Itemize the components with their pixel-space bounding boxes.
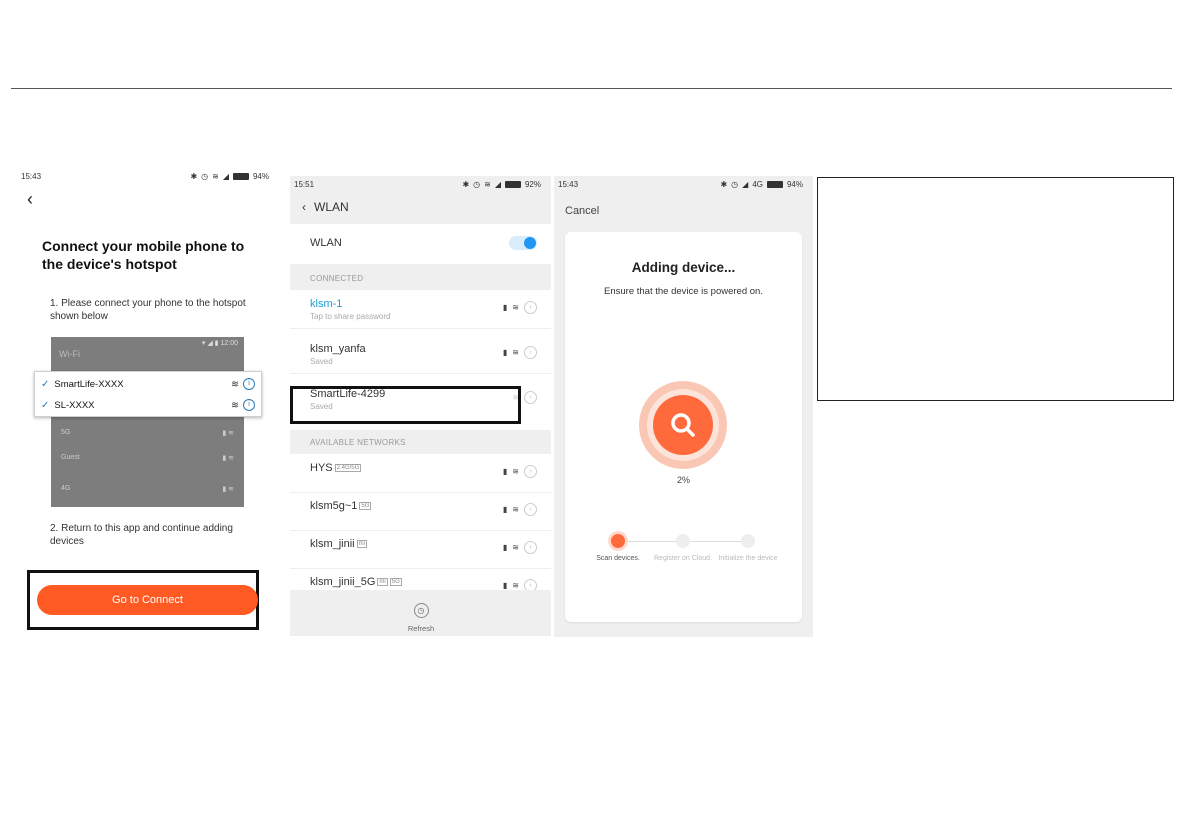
status-time: 15:43 bbox=[21, 172, 42, 181]
lock-icon: ▮ bbox=[502, 303, 508, 312]
screenshot-time: 12:00 bbox=[220, 340, 238, 347]
status-bar: 15:51 ✱ ◷ ≋ ◢ 92% bbox=[294, 180, 549, 189]
scan-icon bbox=[611, 534, 625, 548]
screenshot-network-row: Guest ▮ ≋ bbox=[61, 454, 234, 462]
wifi-icon: ≋ bbox=[512, 543, 519, 552]
alarm-icon: ◷ bbox=[473, 180, 481, 189]
lock-icon: ▮ bbox=[502, 581, 508, 590]
step-scan: Scan devices. bbox=[588, 534, 648, 563]
step-initialize: Initialize the device bbox=[718, 534, 778, 563]
go-to-connect-button[interactable]: Go to Connect bbox=[37, 585, 258, 615]
network-row[interactable]: HYS 2.4G/5G ▮ ≋ › bbox=[290, 454, 551, 493]
refresh-icon: ◷ bbox=[413, 603, 429, 618]
cancel-button[interactable]: Cancel bbox=[565, 205, 599, 217]
bluetooth-icon: ✱ bbox=[190, 172, 198, 181]
signal-icon: ◢ bbox=[494, 180, 501, 189]
status-time: 15:43 bbox=[558, 180, 579, 189]
wlan-toggle-switch[interactable] bbox=[509, 236, 537, 250]
alarm-icon: ◷ bbox=[731, 180, 739, 189]
status-bar: 15:43 ✱ ◷ ◢ 4G 94% bbox=[558, 180, 811, 189]
alarm-icon: ◷ bbox=[201, 172, 209, 181]
wlan-settings-screen: 15:51 ✱ ◷ ≋ ◢ 92% ‹ WLAN WLAN CONNECTED … bbox=[290, 176, 551, 636]
status-bar: 15:43 ✱ ◷ ≋ ◢ 94% bbox=[21, 172, 277, 181]
signal-icon: ◢ bbox=[742, 180, 749, 189]
status-time: 15:51 bbox=[294, 180, 315, 189]
check-icon: ✓ bbox=[41, 399, 50, 411]
info-icon[interactable]: i bbox=[243, 399, 255, 411]
wifi-icon: ≋ bbox=[212, 172, 219, 181]
wifi-icon: ≋ bbox=[512, 348, 519, 357]
network-row[interactable]: klsm_jinii_5G mi 5G ▮ ≋ › bbox=[290, 568, 551, 590]
network-type: 4G bbox=[752, 180, 763, 189]
back-arrow-icon[interactable]: ‹ bbox=[27, 189, 33, 210]
lock-icon: ▮ bbox=[502, 505, 508, 514]
bluetooth-icon: ✱ bbox=[462, 180, 470, 189]
screenshot-wifi-header: Wi-Fi bbox=[59, 349, 80, 359]
page-title: WLAN bbox=[314, 200, 349, 214]
chevron-right-icon[interactable]: › bbox=[524, 391, 537, 404]
adding-device-screen: 15:43 ✱ ◷ ◢ 4G 94% Cancel Adding device.… bbox=[554, 176, 813, 637]
battery-icon bbox=[766, 181, 783, 188]
header-bar: ‹ WLAN bbox=[302, 200, 349, 214]
refresh-icon bbox=[741, 534, 755, 548]
refresh-label: Refresh bbox=[407, 624, 435, 633]
card-subtitle: Ensure that the device is powered on. bbox=[604, 286, 763, 297]
wifi-icon: ≋ bbox=[512, 581, 519, 590]
wlan-toggle-label: WLAN bbox=[310, 237, 342, 249]
battery-icon bbox=[504, 181, 521, 188]
hotspot-item[interactable]: ✓ SL-XXXX ≋ i bbox=[41, 395, 255, 415]
network-row[interactable]: klsm-1 Tap to share password ▮ ≋ › bbox=[290, 290, 551, 329]
step-1-text: 1. Please connect your phone to the hots… bbox=[50, 298, 246, 322]
wifi-icon: ≋ bbox=[484, 180, 491, 189]
empty-frame bbox=[817, 177, 1174, 401]
chevron-right-icon[interactable]: › bbox=[524, 541, 537, 554]
bluetooth-icon: ✱ bbox=[720, 180, 728, 189]
battery-level: 92% bbox=[524, 180, 541, 189]
wifi-settings-screenshot: ▾ ◢ ▮ 12:00 Wi-Fi 5G ▮ ≋ Guest ▮ ≋ 4G ▮ ≋ bbox=[51, 337, 244, 507]
wifi-icon: ≋ bbox=[231, 399, 239, 411]
battery-level: 94% bbox=[786, 180, 803, 189]
check-icon: ✓ bbox=[41, 378, 50, 390]
top-divider bbox=[11, 88, 1172, 89]
available-section-label: AVAILABLE NETWORKS bbox=[310, 438, 406, 447]
step-2-text: 2. Return to this app and continue addin… bbox=[50, 523, 233, 547]
lock-icon: ▮ bbox=[502, 467, 508, 476]
lock-icon: ▮ bbox=[502, 348, 508, 357]
lock-icon: ▮ bbox=[502, 543, 508, 552]
search-icon bbox=[671, 413, 695, 437]
info-icon[interactable]: i bbox=[243, 378, 255, 390]
wifi-icon: ≋ bbox=[512, 303, 519, 312]
step-register: Register on Cloud. bbox=[653, 534, 713, 563]
network-row[interactable]: klsm5g~1 5G ▮ ≋ › bbox=[290, 492, 551, 531]
back-arrow-icon[interactable]: ‹ bbox=[302, 200, 306, 214]
chevron-right-icon[interactable]: › bbox=[524, 301, 537, 314]
screenshot-network-row: 4G ▮ ≋ bbox=[61, 485, 234, 493]
hotspot-list-popup: ✓ SmartLife-XXXX ≋ i ✓ SL-XXXX ≋ i bbox=[34, 371, 262, 417]
page-title: Connect your mobile phone to the device'… bbox=[42, 238, 245, 272]
cloud-icon bbox=[676, 534, 690, 548]
network-row[interactable]: klsm_jinii mi ▮ ≋ › bbox=[290, 530, 551, 569]
chevron-right-icon[interactable]: › bbox=[524, 465, 537, 478]
progress-percent: 2% bbox=[676, 475, 690, 485]
chevron-right-icon[interactable]: › bbox=[524, 579, 537, 590]
network-row[interactable]: klsm_yanfa Saved ▮ ≋ › bbox=[290, 335, 551, 374]
chevron-right-icon[interactable]: › bbox=[524, 346, 537, 359]
battery-icon bbox=[232, 173, 249, 180]
connect-hotspot-screen: 15:43 ✱ ◷ ≋ ◢ 94% ‹ Connect your mobile … bbox=[15, 165, 283, 635]
screenshot-network-row: 5G ▮ ≋ bbox=[61, 429, 234, 437]
signal-icon: ◢ bbox=[222, 172, 229, 181]
battery-level: 94% bbox=[252, 172, 269, 181]
hotspot-item[interactable]: ✓ SmartLife-XXXX ≋ i bbox=[41, 374, 255, 394]
card-title: Adding device... bbox=[631, 260, 736, 275]
progress-card: Adding device... Ensure that the device … bbox=[565, 232, 802, 622]
available-networks-list: HYS 2.4G/5G ▮ ≋ › klsm5g~1 5G ▮ ≋ › klsm_jinii… bbox=[290, 454, 551, 590]
wifi-icon: ≋ bbox=[231, 378, 239, 390]
wifi-icon: ≋ bbox=[512, 505, 519, 514]
refresh-button[interactable]: ◷ bbox=[408, 600, 434, 620]
wifi-icon: ≋ bbox=[512, 467, 519, 476]
connected-section-label: CONNECTED bbox=[310, 274, 364, 283]
highlight-frame bbox=[290, 386, 521, 424]
chevron-right-icon[interactable]: › bbox=[524, 503, 537, 516]
